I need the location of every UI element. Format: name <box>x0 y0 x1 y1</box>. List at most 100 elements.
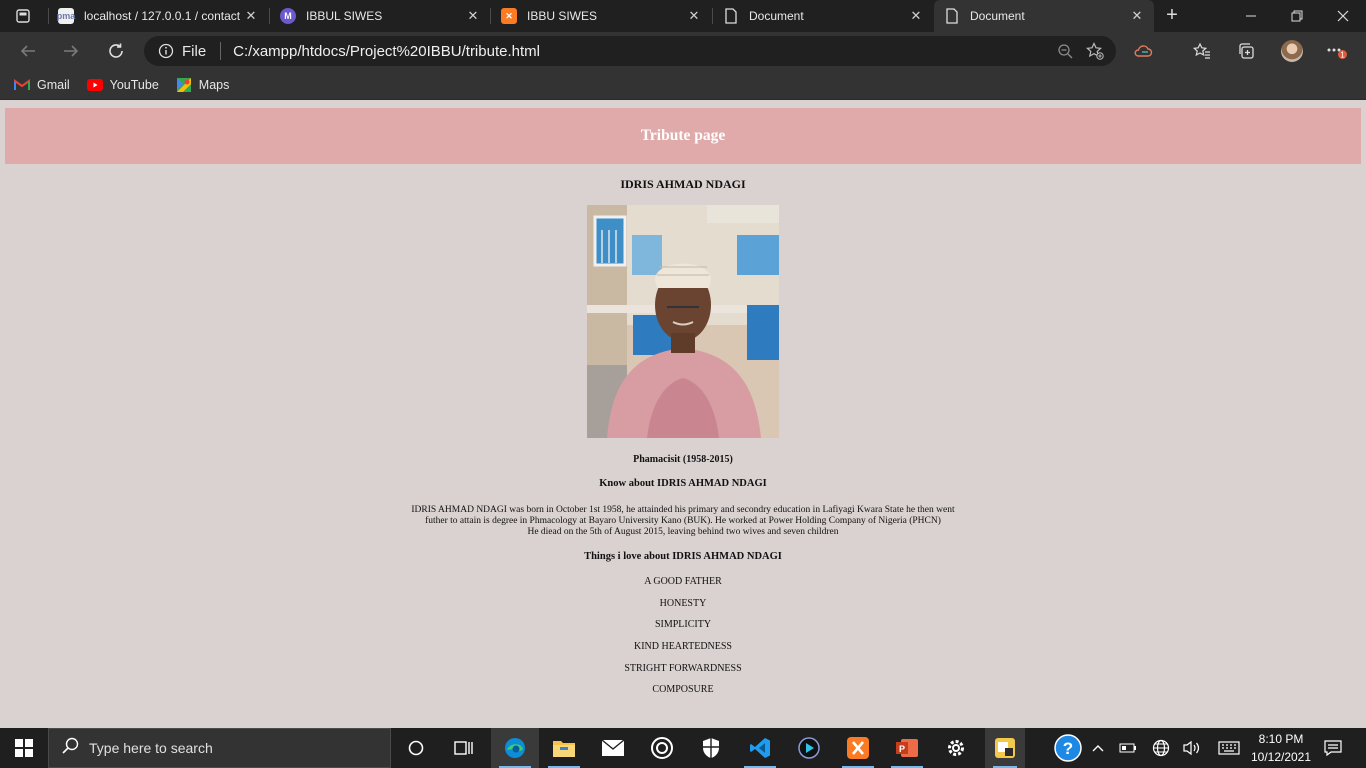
cortana-button[interactable] <box>392 728 440 768</box>
tab-title: Document <box>970 9 1025 23</box>
favorites-icon[interactable] <box>1187 36 1217 66</box>
youtube-icon <box>86 77 103 93</box>
bookmark-maps[interactable]: Maps <box>176 77 230 93</box>
minimize-button[interactable] <box>1228 0 1274 32</box>
tab-actions-icon[interactable] <box>4 4 42 28</box>
battery-icon[interactable] <box>1114 728 1142 768</box>
profile-avatar[interactable] <box>1277 36 1307 66</box>
close-tab-icon[interactable]: ✕ <box>462 8 484 24</box>
document-icon <box>944 8 960 24</box>
powerpoint-icon[interactable]: P <box>883 728 931 768</box>
list-item: SIMPLICITY <box>654 619 712 630</box>
list-item: STRIGHT FORWARDNESS <box>624 663 742 674</box>
list-item: HONESTY <box>659 598 707 609</box>
search-icon <box>62 737 79 759</box>
task-view-button[interactable] <box>440 728 488 768</box>
gmail-icon <box>14 77 30 93</box>
xampp-taskbar-icon[interactable] <box>834 728 882 768</box>
restore-button[interactable] <box>1274 0 1320 32</box>
back-button[interactable] <box>13 36 43 66</box>
browser-tab-strip: pma localhost / 127.0.0.1 / contact ✕ M … <box>0 0 1366 32</box>
file-explorer-icon[interactable] <box>540 728 588 768</box>
portrait-photo <box>587 205 779 438</box>
network-globe-icon[interactable] <box>1147 728 1175 768</box>
bookmark-label: Maps <box>198 77 230 92</box>
close-tab-icon[interactable]: ✕ <box>905 8 927 24</box>
bookmark-label: Gmail <box>37 77 70 92</box>
cloud-sync-icon[interactable] <box>1128 36 1158 66</box>
settings-gear-icon[interactable] <box>932 728 980 768</box>
system-clock[interactable]: 8:10 PM 10/12/2021 <box>1248 730 1314 766</box>
scheme-label: File <box>182 42 207 60</box>
keyboard-icon[interactable] <box>1214 728 1244 768</box>
zoom-out-icon[interactable] <box>1050 36 1080 66</box>
loves-heading: Things i love about IDRIS AHMAD NDAGI <box>584 551 782 562</box>
list-item: A GOOD FATHER <box>644 576 722 587</box>
new-tab-button[interactable]: + <box>1160 4 1184 28</box>
mail-icon[interactable] <box>589 728 637 768</box>
vscode-icon[interactable] <box>736 728 784 768</box>
svg-text:P: P <box>899 744 905 754</box>
windows-taskbar: Type here to search P ? 8:10 PM 10/12/20… <box>0 728 1366 768</box>
phpmyadmin-icon: pma <box>57 8 75 24</box>
list-item: COMPOSURE <box>652 684 714 695</box>
info-icon[interactable] <box>158 43 174 59</box>
page-banner: Tribute page <box>5 108 1361 164</box>
add-favorite-icon[interactable] <box>1080 36 1110 66</box>
settings-more-button[interactable]: 1 <box>1322 36 1352 66</box>
notifications-icon[interactable] <box>1320 728 1346 768</box>
tab-ibbu-siwes[interactable]: ✕ IBBU SIWES ✕ <box>491 0 711 32</box>
close-tab-icon[interactable]: ✕ <box>683 8 705 24</box>
know-heading: Know about IDRIS AHMAD NDAGI <box>599 478 767 489</box>
tab-ibbul-siwes[interactable]: M IBBUL SIWES ✕ <box>270 0 490 32</box>
bookmarks-bar: Gmail YouTube Maps <box>0 70 1366 100</box>
clock-time: 8:10 PM <box>1258 732 1304 746</box>
bookmark-gmail[interactable]: Gmail <box>14 77 70 93</box>
bio-line: IDRIS AHMAD NDAGI was born in October 1s… <box>411 505 955 515</box>
bookmark-label: YouTube <box>109 77 159 92</box>
volume-icon[interactable] <box>1178 728 1206 768</box>
media-player-icon[interactable] <box>638 728 686 768</box>
maps-icon <box>176 77 192 93</box>
document-icon <box>723 8 739 24</box>
collections-icon[interactable] <box>1231 36 1261 66</box>
tab-title: localhost / 127.0.0.1 / contact <box>84 9 240 23</box>
notification-badge: 1 <box>1340 51 1345 60</box>
close-tab-icon[interactable]: ✕ <box>240 8 262 24</box>
forward-button[interactable] <box>56 36 86 66</box>
m-logo-icon: M <box>280 8 296 24</box>
address-divider <box>220 42 222 60</box>
edge-taskbar-icon[interactable] <box>491 728 539 768</box>
address-bar[interactable]: File C:/xampp/htdocs/Project%20IBBU/trib… <box>144 36 1116 66</box>
person-name: IDRIS AHMAD NDAGI <box>620 177 746 191</box>
avatar <box>1281 40 1303 62</box>
xampp-icon: ✕ <box>501 8 517 24</box>
tab-document-active[interactable]: Document ✕ <box>934 0 1154 32</box>
role-caption: Phamacisit (1958-2015) <box>633 454 733 465</box>
photo-app-icon[interactable] <box>985 728 1025 768</box>
bio-line: He diead on the 5th of August 2015, leav… <box>527 527 839 537</box>
list-item: KIND HEARTEDNESS <box>633 641 732 652</box>
show-hidden-icons-chevron-icon[interactable] <box>1084 728 1112 768</box>
url-text[interactable]: C:/xampp/htdocs/Project%20IBBU/tribute.h… <box>233 43 1050 60</box>
windows-security-icon[interactable] <box>687 728 735 768</box>
close-tab-icon[interactable]: ✕ <box>1126 8 1148 24</box>
biography-paragraph: IDRIS AHMAD NDAGI was born in October 1s… <box>0 505 1366 538</box>
bookmark-youtube[interactable]: YouTube <box>86 77 159 93</box>
svg-text:?: ? <box>1063 739 1073 758</box>
start-button[interactable] <box>0 728 48 768</box>
search-placeholder: Type here to search <box>89 740 213 756</box>
taskbar-search[interactable]: Type here to search <box>48 728 391 768</box>
refresh-button[interactable] <box>101 36 131 66</box>
page-viewport: Tribute page IDRIS AHMAD NDAGI Phamacisi… <box>0 101 1366 728</box>
clock-date: 10/12/2021 <box>1250 750 1312 764</box>
bio-line: futher to attain is degree in Phmacology… <box>425 516 941 526</box>
tab-title: IBBU SIWES <box>527 9 598 23</box>
tab-document-1[interactable]: Document ✕ <box>713 0 933 32</box>
tab-title: Document <box>749 9 804 23</box>
tab-localhost[interactable]: pma localhost / 127.0.0.1 / contact ✕ <box>48 0 268 32</box>
close-window-button[interactable] <box>1320 0 1366 32</box>
tab-title: IBBUL SIWES <box>306 9 383 23</box>
video-editor-icon[interactable] <box>785 728 833 768</box>
browser-toolbar: File C:/xampp/htdocs/Project%20IBBU/trib… <box>0 32 1366 91</box>
